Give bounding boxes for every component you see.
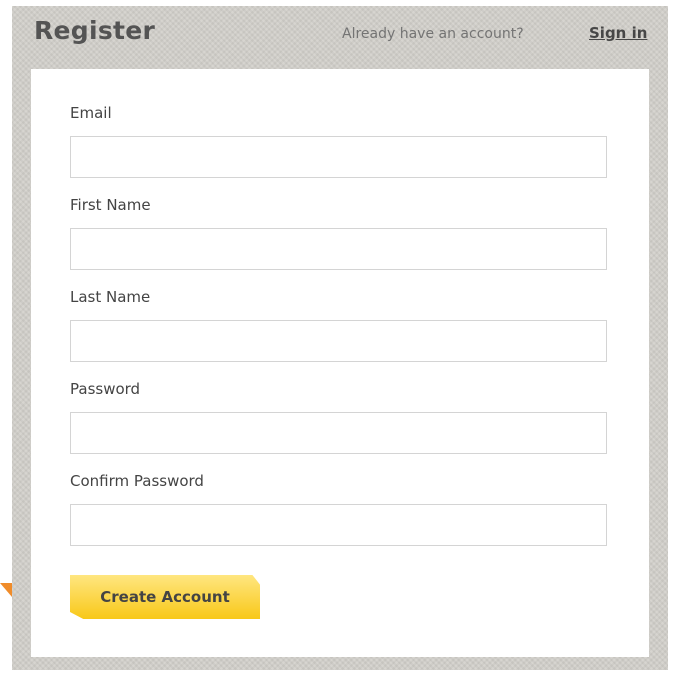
email-label: Email	[70, 104, 112, 122]
confirm-password-input[interactable]	[70, 504, 607, 546]
last-name-label: Last Name	[70, 288, 151, 306]
sign-in-link[interactable]: Sign in	[589, 24, 647, 42]
register-page: Register Already have an account? Sign i…	[0, 0, 675, 677]
first-name-label: First Name	[70, 196, 151, 214]
pointer-arrow-icon	[0, 583, 12, 597]
create-account-button[interactable]: Create Account	[70, 575, 260, 619]
password-label: Password	[70, 380, 141, 398]
page-title: Register	[34, 16, 156, 45]
last-name-input[interactable]	[70, 320, 607, 362]
register-panel: Register Already have an account? Sign i…	[12, 6, 668, 670]
password-input[interactable]	[70, 412, 607, 454]
first-name-input[interactable]	[70, 228, 607, 270]
email-input[interactable]	[70, 136, 607, 178]
register-form: Email First Name Last Name Password Conf…	[31, 69, 649, 657]
register-header: Register Already have an account? Sign i…	[12, 6, 668, 66]
confirm-password-label: Confirm Password	[70, 472, 204, 490]
account-prompt: Already have an account?	[342, 26, 524, 42]
